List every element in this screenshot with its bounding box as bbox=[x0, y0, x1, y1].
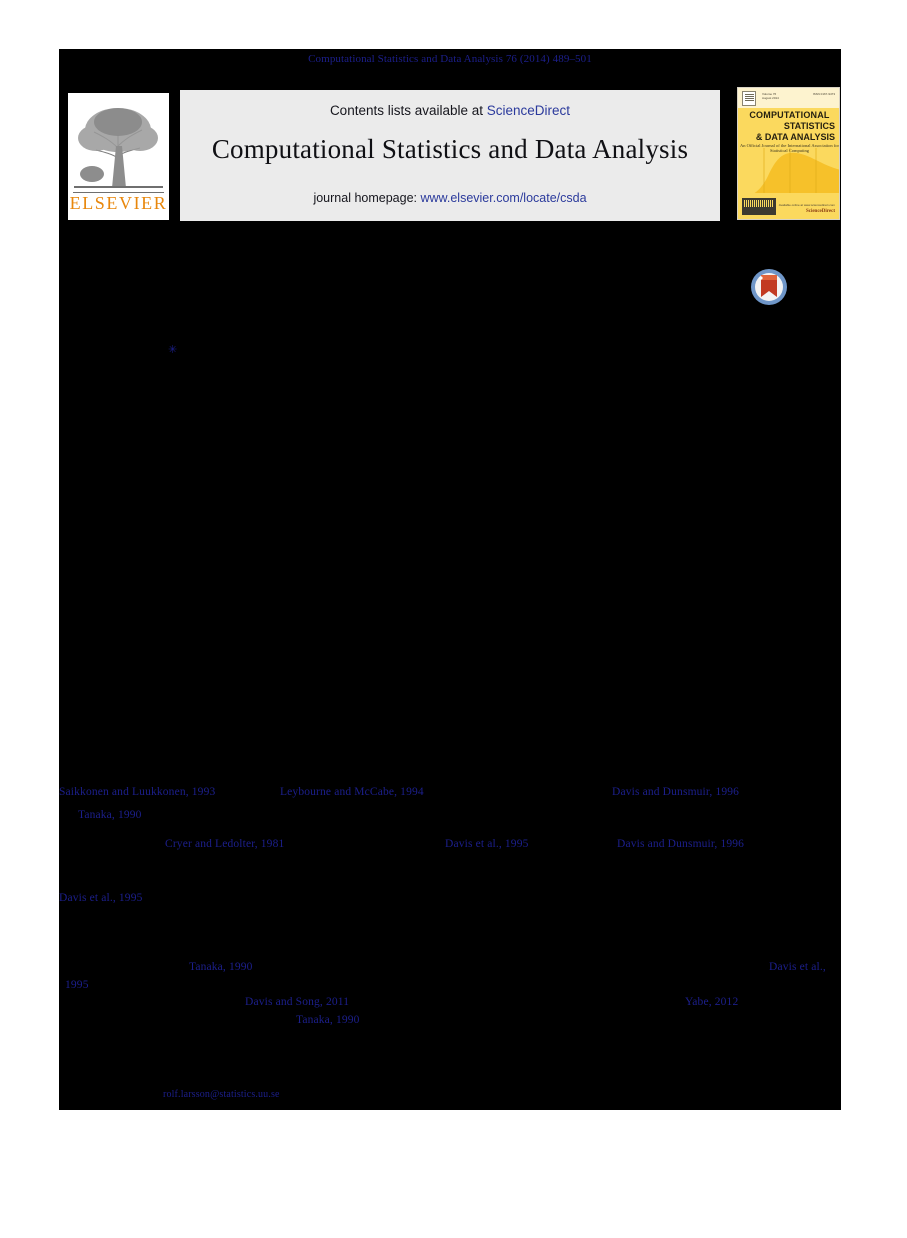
crossmark-icon[interactable] bbox=[749, 267, 789, 307]
citation-link[interactable]: Tanaka, 1990 bbox=[189, 961, 253, 973]
corresponding-author-email[interactable]: rolf.larsson@statistics.uu.se bbox=[163, 1089, 280, 1100]
elsevier-logo: ELSEVIER bbox=[68, 93, 169, 220]
citation-link[interactable]: Yabe, 2012 bbox=[685, 996, 738, 1008]
citation-link[interactable]: 1995 bbox=[65, 979, 89, 991]
running-head: Computational Statistics and Data Analys… bbox=[308, 53, 592, 65]
barcode-icon bbox=[742, 198, 776, 215]
sciencedirect-link[interactable]: ScienceDirect bbox=[487, 103, 570, 118]
cover-issn-meta: ISSN 0167-9473 bbox=[812, 92, 835, 96]
elsevier-badge-icon bbox=[742, 91, 756, 106]
cover-title-line3: & DATA ANALYSIS bbox=[755, 132, 835, 142]
elsevier-wordmark: ELSEVIER bbox=[69, 193, 168, 213]
cover-sciencedirect-brand: ScienceDirect bbox=[805, 209, 835, 214]
citation-link[interactable]: Leybourne and McCabe, 1994 bbox=[280, 786, 424, 798]
journal-masthead: Contents lists available at ScienceDirec… bbox=[180, 90, 720, 221]
citation-link[interactable]: Davis et al., 1995 bbox=[59, 892, 143, 904]
citation-link[interactable]: Davis and Dunsmuir, 1996 bbox=[612, 786, 739, 798]
cover-title-line2: STATISTICS bbox=[783, 121, 835, 131]
article-page: Computational Statistics and Data Analys… bbox=[59, 49, 841, 1110]
journal-title: Computational Statistics and Data Analys… bbox=[211, 134, 689, 164]
homepage-line: journal homepage: www.elsevier.com/locat… bbox=[180, 191, 720, 205]
journal-homepage-link[interactable]: www.elsevier.com/locate/csda bbox=[420, 191, 586, 205]
cover-title-line1: COMPUTATIONAL bbox=[749, 110, 830, 120]
cover-footer-note: Available online at www.sciencedirect.co… bbox=[778, 203, 835, 207]
citation-link[interactable]: Cryer and Ledolter, 1981 bbox=[165, 838, 284, 850]
citation-link[interactable]: Tanaka, 1990 bbox=[78, 809, 142, 821]
citation-link[interactable]: Davis et al., bbox=[769, 961, 826, 973]
homepage-prefix: journal homepage: bbox=[313, 191, 421, 205]
cover-volume-meta: Volume 76 August 2014 bbox=[762, 92, 779, 100]
cover-footer-band: Available online at www.sciencedirect.co… bbox=[738, 193, 839, 219]
contents-line: Contents lists available at ScienceDirec… bbox=[180, 103, 720, 118]
citation-link[interactable]: Davis et al., 1995 bbox=[445, 838, 529, 850]
contents-prefix: Contents lists available at bbox=[329, 103, 487, 118]
footnote-marker[interactable]: ✳ bbox=[168, 343, 177, 356]
citation-link[interactable]: Davis and Song, 2011 bbox=[245, 996, 349, 1008]
elsevier-tree-icon bbox=[72, 96, 165, 193]
citation-link[interactable]: Tanaka, 1990 bbox=[296, 1014, 360, 1026]
journal-cover-thumbnail: Volume 76 August 2014 ISSN 0167-9473 COM… bbox=[737, 87, 840, 220]
citation-link[interactable]: Saikkonen and Luukkonen, 1993 bbox=[59, 786, 215, 798]
citation-link[interactable]: Davis and Dunsmuir, 1996 bbox=[617, 838, 744, 850]
